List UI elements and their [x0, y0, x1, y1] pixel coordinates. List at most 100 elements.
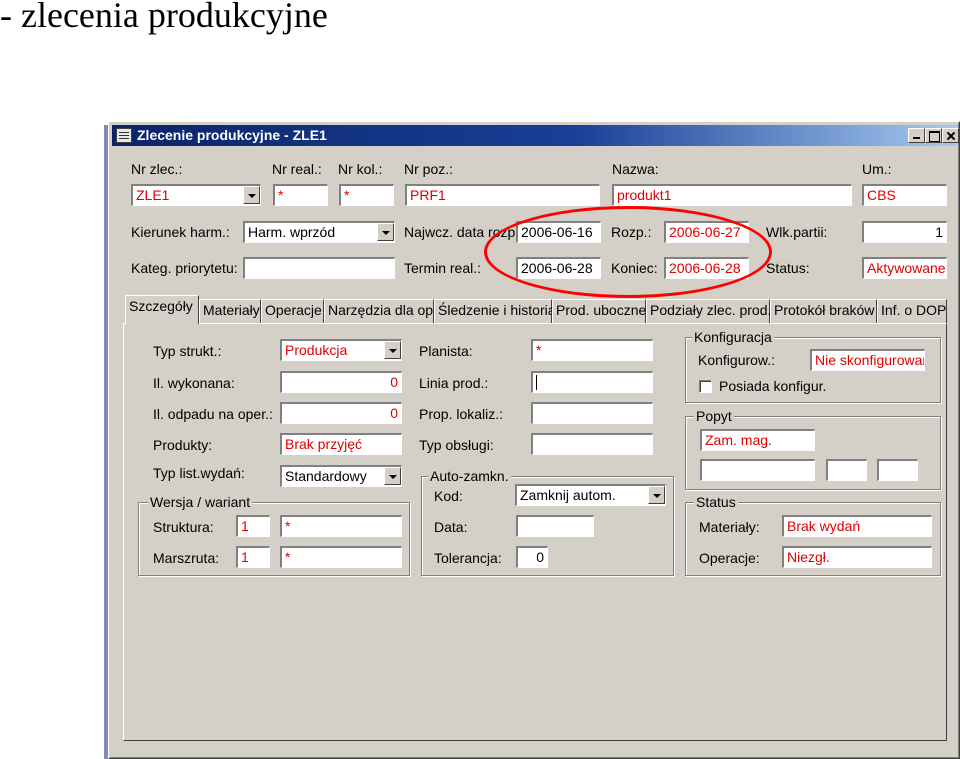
- tab-inf-dop[interactable]: Inf. o DOP: [877, 299, 947, 323]
- title-bar[interactable]: Zlecenie produkcyjne - ZLE1: [112, 125, 959, 146]
- produkty-label: Produkty:: [153, 437, 213, 453]
- kierunek-value: Harm. wprzód: [248, 224, 336, 240]
- tab-sledzenie[interactable]: Śledzenie i historia: [434, 299, 556, 323]
- koniec-field[interactable]: 2006-06-28: [664, 257, 749, 279]
- linia-prod-label: Linia prod.:: [419, 375, 489, 391]
- chevron-down-icon[interactable]: [648, 486, 665, 504]
- tolerancja-label: Tolerancja:: [434, 550, 502, 566]
- minimize-button[interactable]: [908, 128, 925, 143]
- operacje-label: Operacje:: [699, 550, 760, 566]
- tab-narzedzia[interactable]: Narzędzia dla op.: [324, 299, 437, 323]
- il-wykonana-field[interactable]: 0: [280, 371, 402, 393]
- nr-poz-label: Nr poz.:: [404, 161, 454, 177]
- data-label: Data:: [434, 519, 468, 535]
- status-label: Status:: [766, 260, 810, 276]
- chevron-down-icon[interactable]: [377, 223, 394, 241]
- tab-podzialy[interactable]: Podziały zlec. prod.: [646, 299, 771, 323]
- popyt-field-3[interactable]: [826, 459, 867, 481]
- um-field[interactable]: CBS: [862, 184, 947, 206]
- termin-field[interactable]: 2006-06-28: [516, 257, 601, 279]
- struktura-num-field[interactable]: 1: [236, 515, 270, 537]
- tab-protokol[interactable]: Protokół braków: [770, 299, 877, 323]
- prop-lokaliz-field[interactable]: [531, 402, 653, 424]
- marszruta-label: Marszruta:: [153, 550, 220, 566]
- typ-list-value: Standardowy: [285, 468, 367, 484]
- slide-title: - zlecenia produkcyjne: [0, 0, 328, 35]
- nr-poz-field[interactable]: PRF1: [405, 184, 600, 206]
- kierunek-label: Kierunek harm.:: [131, 224, 230, 240]
- text-caret: [536, 375, 537, 390]
- popyt-group-title: Popyt: [694, 408, 734, 424]
- kod-dropdown[interactable]: Zamknij autom.: [515, 484, 666, 506]
- wersja-group-title: Wersja / wariant: [148, 494, 253, 510]
- struktura-label: Struktura:: [153, 519, 214, 535]
- konfigurow-label: Konfigurow.:: [698, 352, 776, 368]
- popyt-field-4[interactable]: [877, 459, 918, 481]
- nr-kol-label: Nr kol.:: [338, 161, 383, 177]
- planista-label: Planista:: [419, 343, 473, 359]
- wlk-partii-field[interactable]: 1: [862, 221, 947, 243]
- produkty-field[interactable]: Brak przyjęć: [280, 433, 402, 455]
- il-wykonana-label: Il. wykonana:: [153, 375, 235, 391]
- nr-real-field[interactable]: *: [273, 184, 328, 206]
- typ-list-dropdown[interactable]: Standardowy: [280, 465, 402, 487]
- chevron-down-icon[interactable]: [384, 467, 401, 485]
- nr-real-label: Nr real.:: [272, 161, 322, 177]
- kateg-label: Kateg. priorytetu:: [131, 260, 238, 276]
- posiada-konfigur-checkbox[interactable]: [699, 380, 712, 393]
- struktura-field[interactable]: *: [280, 515, 402, 537]
- il-odpadu-label: Il. odpadu na oper.:: [153, 406, 273, 422]
- linia-prod-field[interactable]: [531, 371, 653, 393]
- materialy-field[interactable]: Brak wydań: [782, 515, 932, 537]
- nazwa-label: Nazwa:: [612, 161, 659, 177]
- wlk-partii-label: Wlk.partii:: [766, 224, 828, 240]
- nazwa-field[interactable]: produkt1: [612, 184, 852, 206]
- popyt-field-2[interactable]: [700, 459, 815, 481]
- tab-materialy[interactable]: Materiały: [199, 299, 261, 323]
- konfiguracja-group-title: Konfiguracja: [692, 329, 774, 345]
- chevron-down-icon[interactable]: [243, 186, 260, 204]
- rozp-label: Rozp.:: [611, 224, 652, 240]
- kateg-field[interactable]: [243, 257, 395, 279]
- posiada-konfigur-label: Posiada konfigur.: [719, 378, 827, 394]
- tab-prod-uboczne[interactable]: Prod. uboczne: [552, 299, 646, 323]
- marszruta-num-field[interactable]: 1: [236, 546, 270, 568]
- window-title: Zlecenie produkcyjne - ZLE1: [137, 127, 327, 143]
- tab-operacje[interactable]: Operacje: [261, 299, 324, 323]
- auto-group-title: Auto-zamkn.: [428, 468, 511, 484]
- typ-list-label: Typ list.wydań:: [153, 465, 245, 481]
- kod-label: Kod:: [434, 488, 463, 504]
- typ-strukt-value: Produkcja: [285, 342, 348, 358]
- tolerancja-field[interactable]: 0: [516, 546, 548, 568]
- close-button[interactable]: [942, 128, 959, 143]
- nr-kol-field[interactable]: *: [339, 184, 394, 206]
- koniec-label: Koniec:: [611, 260, 658, 276]
- materialy-label: Materiały:: [699, 519, 760, 535]
- konfigurow-field[interactable]: Nie skonfigurowan: [810, 349, 925, 371]
- tab-szczegoly[interactable]: Szczegóły: [125, 295, 199, 324]
- chevron-down-icon[interactable]: [384, 341, 401, 359]
- najwcz-field[interactable]: 2006-06-16: [516, 221, 601, 243]
- prop-lokaliz-label: Prop. lokaliz.:: [419, 406, 504, 422]
- kierunek-dropdown[interactable]: Harm. wprzód: [243, 221, 395, 243]
- data-field[interactable]: [516, 515, 594, 537]
- najwcz-label: Najwcz. data rozp.:: [404, 224, 524, 240]
- status-field[interactable]: Aktywowane: [862, 257, 947, 279]
- status-group-title: Status: [694, 494, 738, 510]
- nr-zlec-dropdown[interactable]: ZLE1: [131, 184, 261, 206]
- maximize-button[interactable]: [925, 128, 942, 143]
- planista-field[interactable]: *: [531, 339, 653, 361]
- kod-value: Zamknij autom.: [520, 487, 616, 503]
- termin-label: Termin real.:: [404, 260, 482, 276]
- typ-strukt-label: Typ strukt.:: [153, 343, 222, 359]
- il-odpadu-field[interactable]: 0: [280, 402, 402, 424]
- nr-zlec-value: ZLE1: [136, 187, 170, 203]
- nr-zlec-label: Nr zlec.:: [131, 161, 183, 177]
- operacje-field[interactable]: Niezgł.: [782, 546, 932, 568]
- typ-strukt-dropdown[interactable]: Produkcja: [280, 339, 402, 361]
- typ-obslugi-field[interactable]: [531, 433, 653, 455]
- um-label: Um.:: [862, 161, 892, 177]
- popyt-field-1[interactable]: Zam. mag.: [700, 429, 815, 451]
- rozp-field[interactable]: 2006-06-27: [664, 221, 749, 243]
- marszruta-field[interactable]: *: [280, 546, 402, 568]
